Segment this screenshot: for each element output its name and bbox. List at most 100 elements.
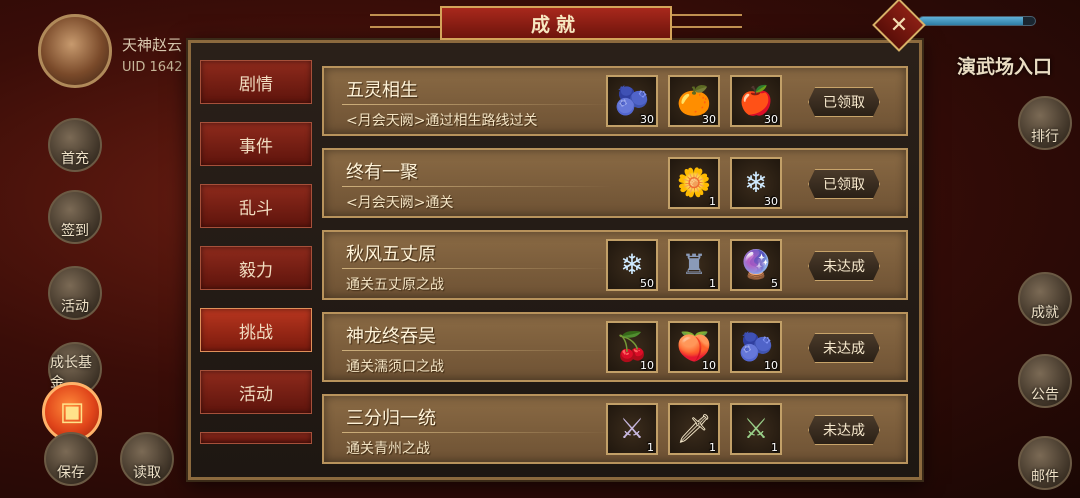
reward-item[interactable]: 🔮 5 [730, 239, 782, 291]
ranking-button[interactable]: 排行 [1018, 96, 1072, 150]
reward-item[interactable]: 🍒 10 [606, 321, 658, 373]
achievement-row: 终有一聚 <月会天阙>通关 🌼 1 ❄ 30 已领取 [322, 148, 908, 218]
dark-statue-icon: ♜ [681, 248, 707, 281]
reward-item[interactable]: 🗡 1 [668, 403, 720, 455]
sign-in-label: 签到 [61, 223, 89, 239]
reward-item[interactable]: 🍑 10 [668, 321, 720, 373]
reward-item[interactable]: ⚔ 1 [730, 403, 782, 455]
orange-fruit-icon: 🍊 [676, 84, 712, 117]
achievement-row: 秋风五丈原 通关五丈原之战 ❄ 50 ♜ 1 🔮 5 未达成 [322, 230, 908, 300]
tab-event[interactable]: 事件 [200, 122, 312, 166]
event-button[interactable]: 活动 [48, 266, 102, 320]
reward-item[interactable]: ❄ 50 [606, 239, 658, 291]
first-charge-label: 首充 [61, 151, 89, 167]
reward-count: 1 [771, 441, 778, 454]
achievement-list: 五灵相生 <月会天阙>通过相生路线过关 🫐 30 🍊 30 🍎 30 已领取 终… [322, 66, 908, 476]
player-name: 天神赵云 [122, 36, 183, 54]
left-hud: 天神赵云 UID 1642 首充 签到 活动 成长基金 ▣ 保存 读取 [0, 0, 200, 498]
sign-in-button[interactable]: 签到 [48, 190, 102, 244]
announcement-button[interactable]: 公告 [1018, 354, 1072, 408]
reward-item[interactable]: ❄ 30 [730, 157, 782, 209]
event-label: 活动 [61, 299, 89, 315]
reward-count: 50 [640, 277, 654, 290]
orange-berries-icon: 🍑 [676, 330, 712, 363]
title-ornament-left [370, 14, 440, 28]
reward-item[interactable]: 🍊 30 [668, 75, 720, 127]
row-divider [342, 432, 612, 433]
achievement-row: 神龙终吞吴 通关濡须口之战 🍒 10 🍑 10 🫐 10 未达成 [322, 312, 908, 382]
achievement-desc: 通关青州之战 [346, 441, 430, 457]
row-divider [342, 104, 612, 105]
reward-item[interactable]: 🫐 30 [606, 75, 658, 127]
tab-more[interactable] [200, 432, 312, 444]
player-uid: UID 1642 [122, 60, 183, 75]
golden-flower-icon: 🌼 [676, 166, 712, 199]
reward-item[interactable]: ♜ 1 [668, 239, 720, 291]
tab-story[interactable]: 剧情 [200, 60, 312, 104]
achievement-title: 秋风五丈原 [346, 244, 436, 265]
reward-count: 30 [764, 113, 778, 126]
treasure-chest-icon: ▣ [59, 397, 85, 427]
achievement-row: 三分归一统 通关青州之战 ⚔ 1 🗡 1 ⚔ 1 未达成 [322, 394, 908, 464]
ranking-label: 排行 [1031, 129, 1059, 145]
green-sword-icon: ⚔ [743, 412, 769, 445]
spear-icon: ⚔ [619, 412, 645, 445]
reward-count: 5 [771, 277, 778, 290]
tab-activity[interactable]: 活动 [200, 370, 312, 414]
tab-perseverance[interactable]: 毅力 [200, 246, 312, 290]
close-icon: ✕ [889, 12, 909, 38]
save-button[interactable]: 保存 [44, 432, 98, 486]
claimed-button[interactable]: 已领取 [808, 87, 880, 117]
reward-count: 1 [709, 277, 716, 290]
right-hud: 演武场入口 排行 成就 公告 邮件 [910, 0, 1080, 498]
reward-count: 1 [709, 441, 716, 454]
ice-crystal-icon: ❄ [620, 248, 644, 281]
reward-item[interactable]: ⚔ 1 [606, 403, 658, 455]
reward-item[interactable]: 🍎 30 [730, 75, 782, 127]
reward-count: 30 [764, 195, 778, 208]
blue-berries-icon: 🫐 [738, 330, 774, 363]
reward-item[interactable]: 🫐 10 [730, 321, 782, 373]
red-fruit-icon: 🍎 [738, 84, 774, 117]
panel-title: 成就 [440, 6, 672, 40]
achievement-desc: 通关濡须口之战 [346, 359, 444, 375]
row-divider [342, 268, 612, 269]
achievement-desc: <月会天阙>通关 [346, 195, 454, 211]
ice-crystal-icon: ❄ [744, 166, 768, 199]
player-avatar[interactable] [38, 14, 112, 88]
reward-count: 10 [640, 359, 654, 372]
achievement-title: 五灵相生 [346, 80, 418, 101]
mail-button[interactable]: 邮件 [1018, 436, 1072, 490]
achievement-button[interactable]: 成就 [1018, 272, 1072, 326]
reward-items: 🍒 10 🍑 10 🫐 10 [606, 321, 782, 373]
announcement-label: 公告 [1031, 387, 1059, 403]
reward-count: 1 [647, 441, 654, 454]
reward-items: ⚔ 1 🗡 1 ⚔ 1 [606, 403, 782, 455]
save-label: 保存 [57, 465, 85, 481]
red-berries-icon: 🍒 [614, 330, 650, 363]
reward-count: 10 [702, 359, 716, 372]
row-divider [342, 186, 612, 187]
reward-items: 🫐 30 🍊 30 🍎 30 [606, 75, 782, 127]
reward-items: 🌼 1 ❄ 30 [668, 157, 782, 209]
tab-challenge[interactable]: 挑战 [200, 308, 312, 352]
first-charge-button[interactable]: 首充 [48, 118, 102, 172]
not-achieved-button[interactable]: 未达成 [808, 251, 880, 281]
not-achieved-button[interactable]: 未达成 [808, 415, 880, 445]
reward-items: ❄ 50 ♜ 1 🔮 5 [606, 239, 782, 291]
claimed-button[interactable]: 已领取 [808, 169, 880, 199]
load-button[interactable]: 读取 [120, 432, 174, 486]
tab-brawl[interactable]: 乱斗 [200, 184, 312, 228]
mail-label: 邮件 [1031, 469, 1059, 485]
row-divider [342, 350, 612, 351]
reward-count: 1 [709, 195, 716, 208]
load-label: 读取 [133, 465, 161, 481]
reward-item[interactable]: 🌼 1 [668, 157, 720, 209]
reward-count: 30 [640, 113, 654, 126]
achievement-label: 成就 [1031, 305, 1059, 321]
arena-entrance-label[interactable]: 演武场入口 [957, 52, 1052, 79]
not-achieved-button[interactable]: 未达成 [808, 333, 880, 363]
achievement-title: 三分归一统 [346, 408, 436, 429]
rainbow-orb-icon: 🔮 [738, 248, 774, 281]
achievement-title: 终有一聚 [346, 162, 418, 183]
